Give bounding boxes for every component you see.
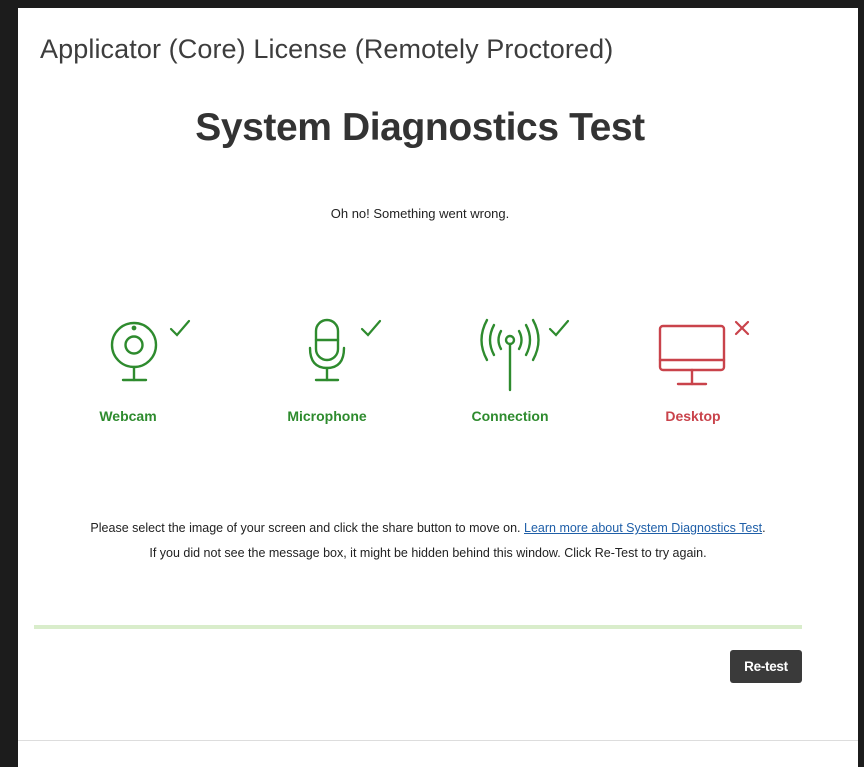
diagnostic-desktop: Desktop <box>618 308 768 438</box>
diagnostic-label: Connection <box>471 408 549 424</box>
instructions-line-1: Please select the image of your screen a… <box>58 516 798 541</box>
status-message: Oh no! Something went wrong. <box>330 206 510 221</box>
progress-bar <box>34 625 802 629</box>
check-icon <box>169 319 191 337</box>
instructions: Please select the image of your screen a… <box>58 516 798 566</box>
microphone-icon <box>308 318 346 382</box>
diagnostic-microphone: Microphone <box>251 308 401 438</box>
instructions-line-2: If you did not see the message box, it m… <box>149 546 707 560</box>
antenna-icon <box>480 318 540 392</box>
diagnostic-label: Webcam <box>99 408 157 424</box>
instructions-period: . <box>762 521 766 535</box>
page-title: System Diagnostics Test <box>195 106 645 149</box>
check-icon <box>548 319 570 337</box>
diagnostic-webcam: Webcam <box>68 308 218 438</box>
retest-button[interactable]: Re-test <box>730 650 802 683</box>
footer-divider <box>18 740 858 741</box>
diagnostic-label: Microphone <box>287 408 367 424</box>
progress-fill <box>34 625 802 629</box>
diagnostics-window: Applicator (Core) License (Remotely Proc… <box>18 8 858 767</box>
diagnostic-connection: Connection <box>435 308 585 438</box>
window-title: Applicator (Core) License (Remotely Proc… <box>40 34 614 64</box>
instructions-text: Please select the image of your screen a… <box>90 521 524 535</box>
learn-more-link[interactable]: Learn more about System Diagnostics Test <box>524 521 762 535</box>
x-icon <box>734 320 750 336</box>
diagnostic-label: Desktop <box>665 408 721 424</box>
monitor-icon <box>658 324 726 386</box>
check-icon <box>360 319 382 337</box>
background-strip <box>858 0 864 767</box>
